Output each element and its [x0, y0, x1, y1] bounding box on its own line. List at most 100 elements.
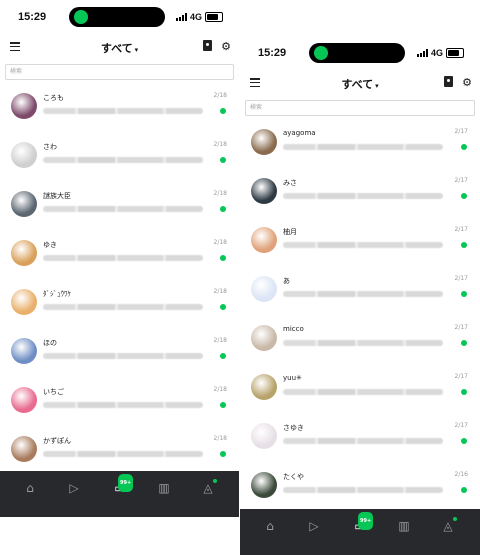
avatar	[11, 387, 37, 413]
chat-row[interactable]: ころも 2/18	[0, 86, 239, 135]
chat-row[interactable]: みさ 2/17	[240, 171, 480, 220]
chat-row[interactable]: ﾀﾞｼﾞｭｳﾜｹ 2/18	[0, 282, 239, 331]
chat-row[interactable]: yuu✳︎ 2/17	[240, 367, 480, 416]
line-app-icon	[314, 46, 328, 60]
avatar	[251, 325, 277, 351]
message-preview-blurred	[43, 157, 203, 163]
chat-name: micco	[283, 325, 304, 333]
home-icon[interactable]: ⌂	[262, 518, 278, 534]
chat-date: 2/17	[454, 324, 468, 331]
video-icon[interactable]: ▷	[66, 480, 82, 496]
dynamic-island	[69, 7, 165, 27]
message-preview-blurred	[43, 206, 203, 212]
avatar	[11, 191, 37, 217]
chat-date: 2/17	[454, 177, 468, 184]
unread-dot	[220, 255, 226, 261]
unread-dot	[461, 242, 467, 248]
chat-icon[interactable]: ▭99+	[352, 512, 374, 534]
home-icon[interactable]: ⌂	[22, 480, 38, 496]
status-time: 15:29	[18, 11, 47, 23]
gear-icon[interactable]: ⚙	[462, 76, 472, 89]
unread-dot	[220, 108, 226, 114]
chat-row[interactable]: micco 2/17	[240, 318, 480, 367]
stats-icon[interactable]: ▥	[156, 480, 172, 496]
add-friend-icon[interactable]	[444, 76, 454, 87]
status-time: 15:29	[258, 47, 287, 59]
notification-dot	[213, 479, 217, 483]
avatar	[251, 178, 277, 204]
unread-dot	[220, 402, 226, 408]
chat-row[interactable]: いちご 2/18	[0, 380, 239, 429]
search-input[interactable]: 検索	[5, 64, 234, 80]
chat-row[interactable]: ゆき 2/18	[0, 233, 239, 282]
gear-icon[interactable]: ⚙	[221, 40, 231, 53]
avatar	[251, 423, 277, 449]
chat-header: すべて ▾ ⚙	[240, 72, 480, 96]
status-bar: 15:29 4G	[240, 36, 480, 72]
chat-name: さゆき	[283, 424, 304, 432]
chat-name: いちご	[43, 388, 64, 396]
chat-name: みさ	[283, 179, 297, 187]
chat-date: 2/17	[454, 128, 468, 135]
bell-icon[interactable]: ◬	[200, 479, 217, 496]
battery-icon	[446, 48, 464, 58]
search-input[interactable]: 検索	[245, 100, 475, 116]
right-screenshot: 15:29 4G すべて ▾ ⚙ 検索 ayagoma 2/17 みさ 2/17 柚月 2/…	[240, 36, 480, 555]
message-preview-blurred	[283, 242, 443, 248]
unread-dot	[220, 157, 226, 163]
chat-date: 2/18	[213, 239, 227, 246]
chat-date: 2/17	[454, 373, 468, 380]
add-friend-icon[interactable]	[203, 40, 213, 51]
stats-icon[interactable]: ▥	[396, 518, 412, 534]
chat-row[interactable]: あ 2/17	[240, 269, 480, 318]
chat-row[interactable]: たくや 2/16	[240, 465, 480, 514]
chat-list: ayagoma 2/17 みさ 2/17 柚月 2/17 あ 2/17 micco 2/17 yuu…	[240, 122, 480, 514]
left-screenshot: 15:29 4G すべて ▾ ⚙ 検索 ころも 2/18 さわ 2/18 謎族大臣 2/18…	[0, 0, 239, 517]
avatar	[11, 142, 37, 168]
chat-name: ころも	[43, 94, 64, 102]
chat-date: 2/17	[454, 226, 468, 233]
unread-dot	[461, 340, 467, 346]
video-icon[interactable]: ▷	[306, 518, 322, 534]
message-preview-blurred	[43, 304, 203, 310]
chat-date: 2/16	[454, 471, 468, 478]
chat-badge: 99+	[358, 512, 374, 530]
filter-title: すべて	[341, 78, 374, 91]
message-preview-blurred	[43, 255, 203, 261]
avatar	[11, 436, 37, 462]
chat-row[interactable]: 柚月 2/17	[240, 220, 480, 269]
bell-icon[interactable]: ◬	[440, 517, 457, 534]
unread-dot	[461, 438, 467, 444]
chat-date: 2/18	[213, 337, 227, 344]
network-label: 4G	[189, 12, 202, 22]
chat-date: 2/18	[213, 190, 227, 197]
chat-name: あ	[283, 277, 290, 285]
chat-row[interactable]: さゆき 2/17	[240, 416, 480, 465]
status-indicators: 4G	[175, 12, 223, 22]
unread-dot	[220, 353, 226, 359]
chat-badge: 99+	[118, 474, 134, 492]
chat-row[interactable]: 謎族大臣 2/18	[0, 184, 239, 233]
chat-date: 2/18	[213, 435, 227, 442]
unread-dot	[461, 487, 467, 493]
avatar	[11, 240, 37, 266]
tab-bar: ⌂ ▷ ▭99+ ▥ ◬	[240, 509, 480, 555]
chat-name: ほの	[43, 339, 57, 347]
avatar	[11, 338, 37, 364]
chat-row[interactable]: ayagoma 2/17	[240, 122, 480, 171]
status-indicators: 4G	[416, 48, 464, 58]
chat-row[interactable]: ほの 2/18	[0, 331, 239, 380]
chat-name: 柚月	[283, 228, 297, 236]
avatar	[251, 472, 277, 498]
chat-row[interactable]: さわ 2/18	[0, 135, 239, 184]
message-preview-blurred	[43, 108, 203, 114]
status-bar: 15:29 4G	[0, 0, 239, 36]
avatar	[251, 276, 277, 302]
avatar	[251, 129, 277, 155]
message-preview-blurred	[283, 291, 443, 297]
network-label: 4G	[430, 48, 443, 58]
avatar	[251, 227, 277, 253]
chat-date: 2/17	[454, 422, 468, 429]
message-preview-blurred	[43, 353, 203, 359]
chat-icon[interactable]: ▭99+	[112, 474, 134, 496]
